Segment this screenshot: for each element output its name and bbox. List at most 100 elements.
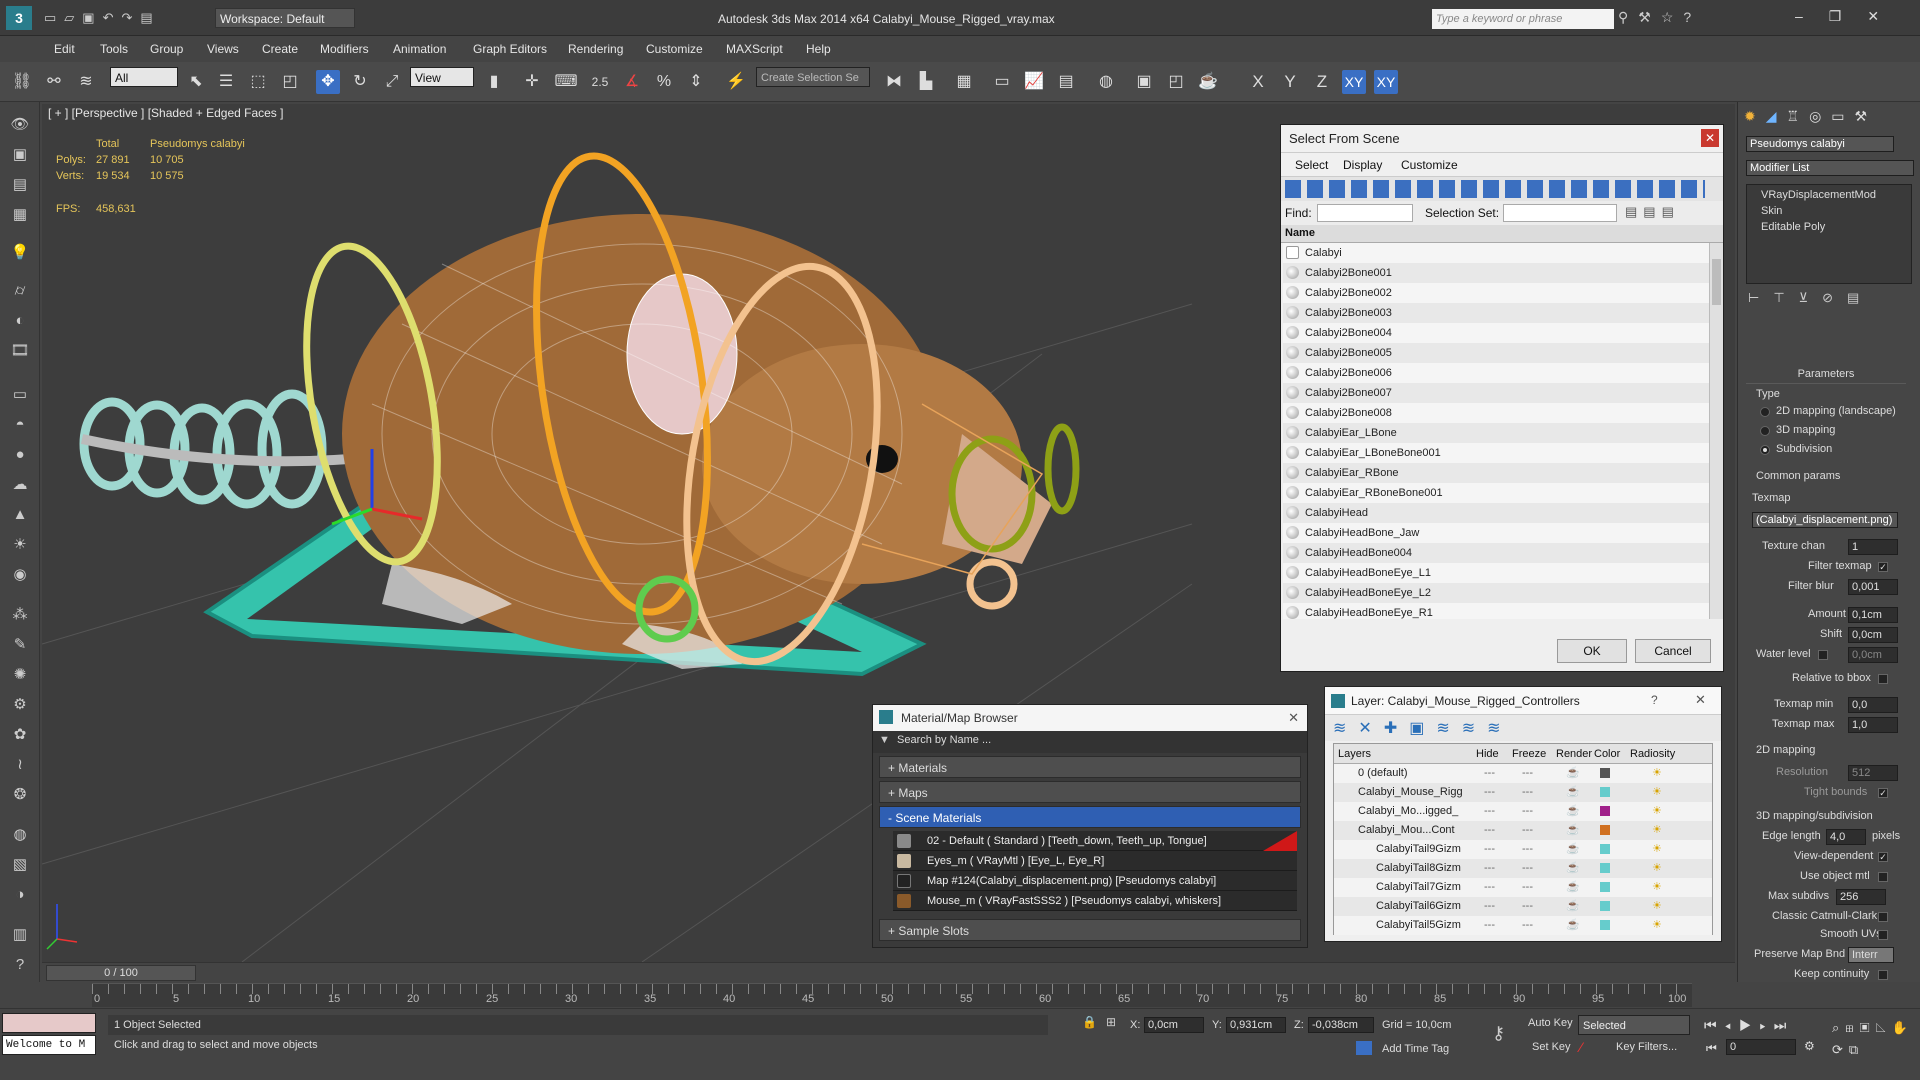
freeze-toggle[interactable]: ---	[1522, 783, 1533, 802]
list-item[interactable]: Calabyi2Bone002	[1283, 283, 1709, 303]
mirror-icon[interactable]: ⧓	[882, 70, 906, 94]
next-frame-icon[interactable]: ▸	[1759, 1017, 1773, 1033]
absolute-mode-icon[interactable]: ⊞	[1106, 1015, 1116, 1029]
current-frame-input[interactable]: 0	[1726, 1039, 1796, 1055]
layer-color-swatch[interactable]	[1600, 768, 1610, 778]
ok-button[interactable]: OK	[1557, 639, 1627, 663]
undo-icon[interactable]: ↶	[103, 10, 122, 25]
y-coordinate-input[interactable]: 0,931cm	[1226, 1017, 1286, 1033]
play-icon[interactable]: ▶	[1739, 1017, 1760, 1033]
texmap-max-input[interactable]: 1,0	[1848, 717, 1898, 733]
menu-views[interactable]: Views	[207, 42, 239, 56]
list-item[interactable]: Calabyi2Bone001	[1283, 263, 1709, 283]
layer-color-swatch[interactable]	[1600, 825, 1610, 835]
half-sphere-icon[interactable]: ◓	[8, 414, 32, 436]
percent-snap-icon[interactable]: %	[652, 70, 676, 94]
menu-customize[interactable]: Customize	[646, 42, 703, 56]
sfs-filter-icons[interactable]	[1285, 180, 1705, 198]
selection-set-dropdown[interactable]	[1503, 204, 1617, 222]
named-selection-set-dropdown[interactable]: Create Selection Se	[756, 67, 870, 87]
list-item[interactable]: CalabyiEar_RBoneBone001	[1283, 483, 1709, 503]
sample-slots-rollout[interactable]: + Sample Slots	[879, 919, 1301, 941]
fur-icon[interactable]: ❂	[8, 784, 32, 806]
menu-create[interactable]: Create	[262, 42, 298, 56]
auto-key-button[interactable]: Auto Key	[1528, 1017, 1573, 1029]
maximize-viewport-icon[interactable]: ⧉	[1849, 1042, 1864, 1057]
menu-graph-editors[interactable]: Graph Editors	[473, 42, 547, 56]
lock-selection-icon[interactable]: 🔒	[1082, 1015, 1097, 1029]
window-crossing-icon[interactable]: ◰	[278, 70, 302, 94]
close-icon[interactable]: ✕	[1701, 129, 1719, 147]
axis-xy-button[interactable]: XY	[1342, 70, 1366, 94]
scene-materials-rollout[interactable]: - Scene Materials	[879, 806, 1301, 828]
sfs-menu-select[interactable]: Select	[1295, 158, 1328, 172]
maxscript-listener-input[interactable]: Welcome to M	[2, 1035, 96, 1055]
modifier-list-dropdown[interactable]: Modifier List	[1746, 160, 1914, 176]
layer-row[interactable]: Calabyi_Mouse_Rigg --- --- ☕ ☀	[1334, 783, 1712, 802]
search-input[interactable]: Type a keyword or phrase	[1432, 9, 1614, 29]
list-item[interactable]: CalabyiEar_LBoneBone001	[1283, 443, 1709, 463]
filter-blur-input[interactable]: 0,001	[1848, 579, 1898, 595]
material-row[interactable]: Map #124(Calabyi_displacement.png) [Pseu…	[893, 871, 1297, 891]
box-icon[interactable]: ▭	[8, 384, 32, 406]
list-item[interactable]: Calabyi2Bone005	[1283, 343, 1709, 363]
sun-icon[interactable]: ☀	[8, 534, 32, 556]
col-hide[interactable]: Hide	[1476, 748, 1499, 760]
move-icon[interactable]: ✥	[316, 70, 340, 94]
radiosity-icon[interactable]: ☀	[1652, 878, 1662, 897]
hair-icon[interactable]: ≀	[8, 754, 32, 776]
open-file-icon[interactable]: ▱	[64, 10, 82, 25]
set-key-button[interactable]: Set Key	[1532, 1041, 1571, 1053]
max-subdivs-input[interactable]: 256	[1836, 889, 1886, 905]
freeze-toggle[interactable]: ---	[1522, 897, 1533, 916]
menu-modifiers[interactable]: Modifiers	[320, 42, 369, 56]
gear-icon[interactable]: ⚙	[8, 694, 32, 716]
list-item[interactable]: CalabyiHead	[1283, 503, 1709, 523]
light-bulb-icon[interactable]: 💡	[8, 242, 32, 264]
utilities-tab-icon[interactable]: ⚒	[1855, 108, 1878, 124]
schematic-view-icon[interactable]: ▤	[1054, 70, 1078, 94]
redo-icon[interactable]: ↷	[122, 10, 141, 25]
close-icon[interactable]: ✕	[1288, 710, 1299, 726]
radiosity-icon[interactable]: ☀	[1652, 859, 1662, 878]
film-icon[interactable]: 🎞	[8, 340, 32, 362]
view-dependent-checkbox[interactable]: ✓	[1878, 852, 1888, 862]
layer-row[interactable]: CalabyiTail8Gizm --- --- ☕ ☀	[1334, 859, 1712, 878]
layer-row[interactable]: CalabyiTail9Gizm --- --- ☕ ☀	[1334, 840, 1712, 859]
parameters-header[interactable]: Parameters	[1746, 368, 1906, 384]
zoom-all-icon[interactable]: ⊞	[1845, 1020, 1859, 1035]
resolution-input[interactable]: 512	[1848, 765, 1898, 781]
list-item[interactable]: CalabyiEar_LBone	[1283, 423, 1709, 443]
scale-icon[interactable]: ⤢	[380, 70, 404, 94]
freeze-toggle[interactable]: ---	[1522, 764, 1533, 783]
unlink-icon[interactable]: ⚯	[42, 70, 66, 94]
axis-y-button[interactable]: Y	[1278, 70, 1302, 94]
list-item[interactable]: Calabyi2Bone008	[1283, 403, 1709, 423]
go-to-end-icon[interactable]: ⏭	[1774, 1017, 1795, 1033]
freeze-toggle[interactable]: ---	[1522, 878, 1533, 897]
render-icon[interactable]: ☕	[1196, 70, 1220, 94]
layer-manager-icon[interactable]: ▦	[952, 70, 976, 94]
menu-tools[interactable]: Tools	[100, 42, 128, 56]
radiosity-icon[interactable]: ☀	[1652, 821, 1662, 840]
layer-row[interactable]: CalabyiTail7Gizm --- --- ☕ ☀	[1334, 878, 1712, 897]
materials-rollout[interactable]: + Materials	[879, 756, 1301, 778]
sheet-icon[interactable]: ▤	[8, 174, 32, 196]
list-item[interactable]: Calabyi2Bone003	[1283, 303, 1709, 323]
viewport-eye-icon[interactable]: 👁	[8, 114, 32, 136]
modifier-stack-item[interactable]: Skin	[1761, 205, 1782, 217]
bind-spacewarp-icon[interactable]: ≋	[74, 70, 98, 94]
layer-row[interactable]: Calabyi_Mou...Cont --- --- ☕ ☀	[1334, 821, 1712, 840]
add-time-tag[interactable]: Add Time Tag	[1382, 1043, 1449, 1055]
classic-cc-checkbox[interactable]	[1878, 912, 1888, 922]
hide-toggle[interactable]: ---	[1484, 840, 1495, 859]
zoom-extents-icon[interactable]: ▣	[1860, 1020, 1876, 1035]
render-teapot-icon[interactable]: ☕	[1566, 878, 1580, 897]
ruler-icon[interactable]: ▥	[8, 924, 32, 946]
type-3d-radio[interactable]	[1760, 426, 1770, 436]
list-item[interactable]: CalabyiHeadBone004	[1283, 543, 1709, 563]
relative-bbox-checkbox[interactable]	[1878, 674, 1888, 684]
workspace-dropdown[interactable]: Workspace: Default	[215, 8, 355, 28]
layer-color-swatch[interactable]	[1600, 901, 1610, 911]
modifier-stack-item[interactable]: VRayDisplacementMod	[1761, 189, 1876, 201]
